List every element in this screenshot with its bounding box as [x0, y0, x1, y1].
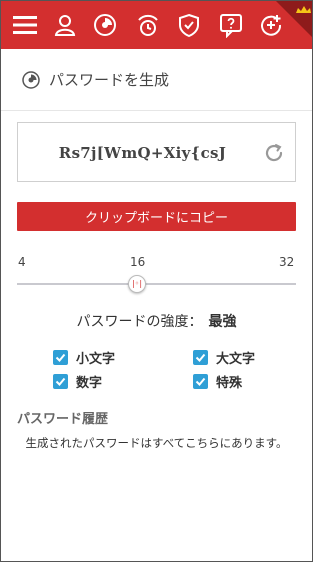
slider-min-label: 4 — [18, 255, 26, 269]
password-strength: パスワードの強度： 最強 — [0, 311, 313, 331]
strength-value: 最強 — [208, 314, 237, 330]
password-generator-icon — [22, 70, 40, 89]
hamburger-menu-icon[interactable] — [11, 11, 39, 39]
strength-label: パスワードの強度： — [76, 314, 203, 330]
top-toolbar — [1, 1, 312, 49]
page-title: パスワードを生成 — [49, 71, 170, 89]
special-checkbox[interactable]: 特殊 — [193, 372, 242, 391]
copy-to-clipboard-button[interactable]: クリップボードにコピー — [17, 202, 296, 231]
password-generator-icon[interactable] — [91, 11, 119, 39]
help-icon[interactable] — [217, 11, 245, 39]
digits-label: 数字 — [76, 376, 103, 391]
lowercase-label: 小文字 — [76, 352, 116, 367]
slider-max-label: 32 — [279, 255, 295, 269]
shield-icon[interactable] — [175, 11, 203, 39]
crown-icon[interactable] — [276, 1, 312, 37]
digits-checkbox[interactable]: 数字 — [53, 372, 102, 391]
password-history-empty-message: 生成されたパスワードはすべてこちらにあります。 — [25, 436, 288, 450]
slider-grip-icon: |◦| — [131, 279, 143, 288]
length-slider-track[interactable] — [17, 283, 296, 285]
refresh-icon[interactable] — [263, 142, 285, 164]
generated-password-field[interactable]: Rs7j[WmQ+Xiy{csJ — [17, 122, 296, 182]
uppercase-checkbox[interactable]: 大文字 — [193, 348, 255, 367]
length-slider-thumb[interactable]: |◦| — [128, 275, 146, 293]
checkmark-icon[interactable] — [53, 374, 68, 389]
lowercase-checkbox[interactable]: 小文字 — [53, 348, 115, 367]
generated-password-text[interactable]: Rs7j[WmQ+Xiy{csJ — [18, 123, 267, 183]
checkmark-icon[interactable] — [193, 350, 208, 365]
user-icon[interactable] — [51, 11, 79, 39]
uppercase-label: 大文字 — [216, 352, 256, 367]
checkmark-icon[interactable] — [193, 374, 208, 389]
password-history-heading: パスワード履歴 — [17, 412, 109, 427]
special-label: 特殊 — [216, 376, 243, 391]
checkmark-icon[interactable] — [53, 350, 68, 365]
section-header: パスワードを生成 — [1, 49, 312, 111]
slider-current-label: 16 — [130, 255, 146, 269]
breach-monitor-icon[interactable] — [134, 11, 162, 39]
